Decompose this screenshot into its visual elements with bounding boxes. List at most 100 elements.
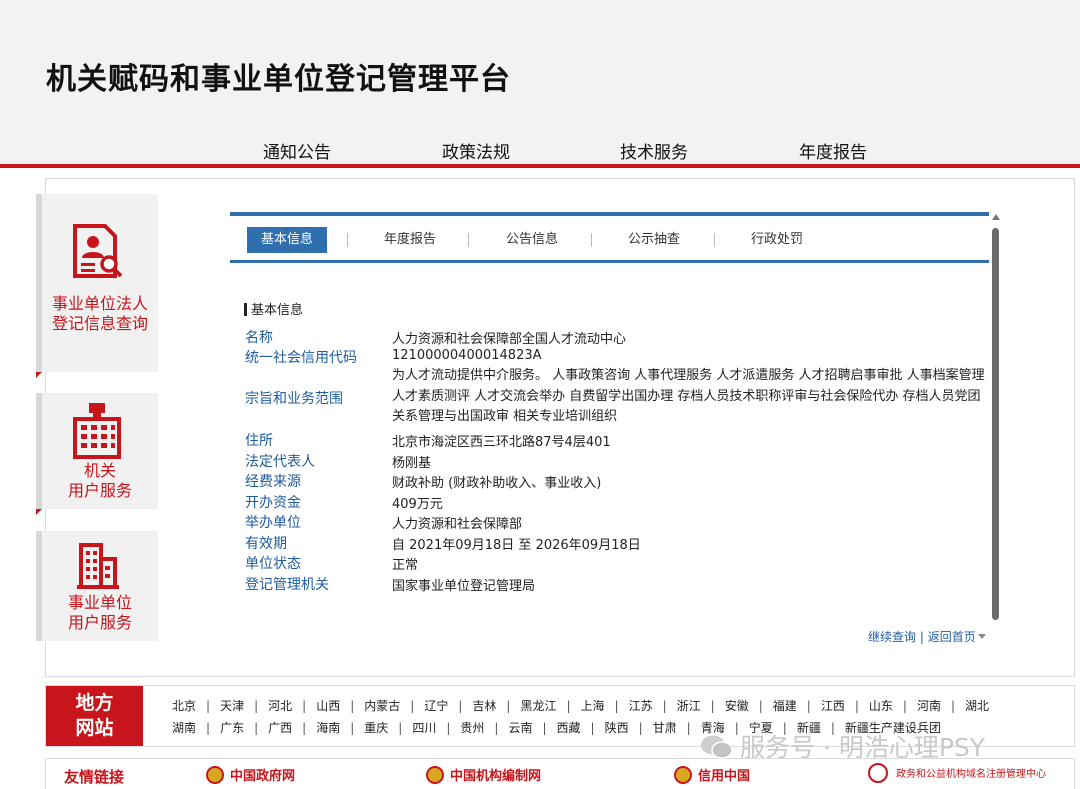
- region-separator: |: [302, 721, 307, 735]
- region-link[interactable]: 陕西: [605, 721, 629, 735]
- nav-item-policies[interactable]: 政策法规: [442, 138, 510, 163]
- region-separator: |: [506, 699, 511, 713]
- region-link[interactable]: 重庆: [364, 721, 388, 735]
- field-label-business-scope: 宗旨和业务范围: [245, 391, 343, 407]
- office-building-icon: [77, 543, 119, 589]
- link-scopsr[interactable]: 中国机构编制网: [426, 765, 541, 784]
- region-separator: |: [614, 699, 619, 713]
- nav-item-notices[interactable]: 通知公告: [263, 138, 331, 163]
- region-link[interactable]: 上海: [581, 699, 605, 713]
- field-value-address: 北京市海淀区西三环北路87号4层401: [392, 435, 611, 450]
- region-separator: |: [302, 699, 307, 713]
- field-label-funding-source: 经费来源: [245, 474, 301, 490]
- region-separator: |: [758, 699, 763, 713]
- region-separator: |: [806, 699, 811, 713]
- region-link[interactable]: 河南: [917, 699, 941, 713]
- nav-item-annual-report[interactable]: 年度报告: [799, 138, 867, 163]
- tab-annual-report[interactable]: 年度报告: [384, 227, 436, 253]
- region-link[interactable]: 河北: [268, 699, 292, 713]
- region-link[interactable]: 湖南: [172, 721, 196, 735]
- region-link[interactable]: 贵州: [460, 721, 484, 735]
- field-value-legal-rep: 杨刚基: [392, 456, 432, 471]
- region-separator: |: [446, 721, 451, 735]
- tab-announcements[interactable]: 公告信息: [506, 227, 558, 253]
- region-link[interactable]: 江西: [821, 699, 845, 713]
- region-link[interactable]: 海南: [316, 721, 340, 735]
- scroll-up-arrow-icon[interactable]: [992, 214, 1000, 220]
- field-label-credit-code: 统一社会信用代码: [245, 350, 357, 366]
- region-link[interactable]: 湖北: [965, 699, 989, 713]
- region-row: 北京 | 天津 | 河北 | 山西 | 内蒙古 | 辽宁 | 吉林 | 黑龙江 | 上海 | 江苏 | 浙江 | 安徽 | 福建…: [172, 697, 989, 714]
- field-value-funding-source: 财政补助 (财政补助收入、事业收入): [392, 476, 602, 491]
- region-link[interactable]: 黑龙江: [520, 699, 556, 713]
- tab-admin-penalty[interactable]: 行政处罚: [751, 227, 803, 253]
- person-search-doc-icon: [73, 224, 123, 278]
- party-emblem-icon: [426, 766, 444, 784]
- regional-sites-title: 地方 网站: [46, 686, 143, 746]
- sidebar-item-label: 事业单位法人 登记信息查询: [51, 294, 148, 333]
- national-emblem-icon: [206, 766, 224, 784]
- region-separator: |: [686, 721, 691, 735]
- region-link[interactable]: 甘肃: [653, 721, 677, 735]
- sidebar-item-label: 事业单位 用户服务: [67, 593, 132, 632]
- scroll-thumb[interactable]: [992, 228, 999, 620]
- panel-links: 继续查询 | 返回首页: [868, 628, 986, 645]
- field-value-sponsor: 人力资源和社会保障部: [392, 517, 523, 532]
- region-separator: |: [902, 699, 907, 713]
- continue-query-link[interactable]: 继续查询: [868, 630, 916, 644]
- sidebar-item-label: 机关 用户服务: [67, 461, 132, 500]
- field-value-business-scope: 为人才流动提供中介服务。 人事政策咨询 人事代理服务 人才派遣服务 人才招聘启事…: [392, 368, 985, 424]
- region-link[interactable]: 四川: [412, 721, 436, 735]
- region-link[interactable]: 云南: [508, 721, 532, 735]
- field-label-validity: 有效期: [245, 536, 287, 552]
- field-label-name: 名称: [245, 330, 273, 346]
- region-separator: |: [854, 699, 859, 713]
- region-link[interactable]: 天津: [220, 699, 244, 713]
- conac-logo-icon: [868, 763, 888, 783]
- region-link[interactable]: 山东: [869, 699, 893, 713]
- sidebar-item-institution-service[interactable]: 事业单位 用户服务: [36, 531, 158, 641]
- region-separator: |: [350, 699, 355, 713]
- region-link[interactable]: 江苏: [629, 699, 653, 713]
- region-link[interactable]: 辽宁: [424, 699, 448, 713]
- field-value-status: 正常: [392, 558, 419, 573]
- region-link[interactable]: 山西: [316, 699, 340, 713]
- region-separator: |: [254, 721, 259, 735]
- region-link[interactable]: 福建: [773, 699, 797, 713]
- region-separator: |: [710, 699, 715, 713]
- main-nav: 通知公告 政策法规 技术服务 年度报告: [0, 138, 1080, 164]
- region-link[interactable]: 内蒙古: [364, 699, 400, 713]
- region-link[interactable]: 广西: [268, 721, 292, 735]
- field-label-sponsor: 举办单位: [245, 515, 301, 531]
- region-link[interactable]: 北京: [172, 699, 196, 713]
- region-separator: |: [398, 721, 403, 735]
- region-link[interactable]: 浙江: [677, 699, 701, 713]
- region-separator: |: [494, 721, 499, 735]
- section-heading: 基本信息: [244, 299, 303, 318]
- tab-basic-info[interactable]: 基本信息: [247, 227, 328, 253]
- field-value-name: 人力资源和社会保障部全国人才流动中心: [392, 332, 627, 347]
- nav-item-tech-services[interactable]: 技术服务: [620, 138, 688, 163]
- link-credit-china[interactable]: 信用中国: [674, 765, 750, 784]
- panel-scrollbar[interactable]: [991, 214, 1001, 626]
- region-link[interactable]: 西藏: [557, 721, 581, 735]
- government-building-icon: [73, 403, 121, 459]
- region-separator: |: [206, 699, 211, 713]
- region-separator: |: [566, 699, 571, 713]
- region-link[interactable]: 吉林: [472, 699, 496, 713]
- region-link[interactable]: 广东: [220, 721, 244, 735]
- tab-spot-check[interactable]: 公示抽查: [628, 227, 680, 253]
- field-label-legal-rep: 法定代表人: [245, 454, 315, 470]
- back-home-link[interactable]: 返回首页: [928, 630, 976, 644]
- field-value-validity: 自 2021年09月18日 至 2026年09月18日: [392, 538, 641, 553]
- region-separator: |: [410, 699, 415, 713]
- link-domain-registry[interactable]: 政务和公益机构域名注册管理中心: [868, 763, 1046, 783]
- region-link[interactable]: 安徽: [725, 699, 749, 713]
- field-label-registrar: 登记管理机关: [245, 577, 329, 593]
- sidebar-item-agency-service[interactable]: 机关 用户服务: [36, 393, 158, 515]
- region-separator: |: [458, 699, 463, 713]
- field-value-capital: 409万元: [392, 497, 443, 512]
- sidebar-item-legal-person-query[interactable]: 事业单位法人 登记信息查询: [36, 194, 158, 378]
- field-label-address: 住所: [245, 433, 273, 449]
- link-gov-cn[interactable]: 中国政府网: [206, 765, 295, 784]
